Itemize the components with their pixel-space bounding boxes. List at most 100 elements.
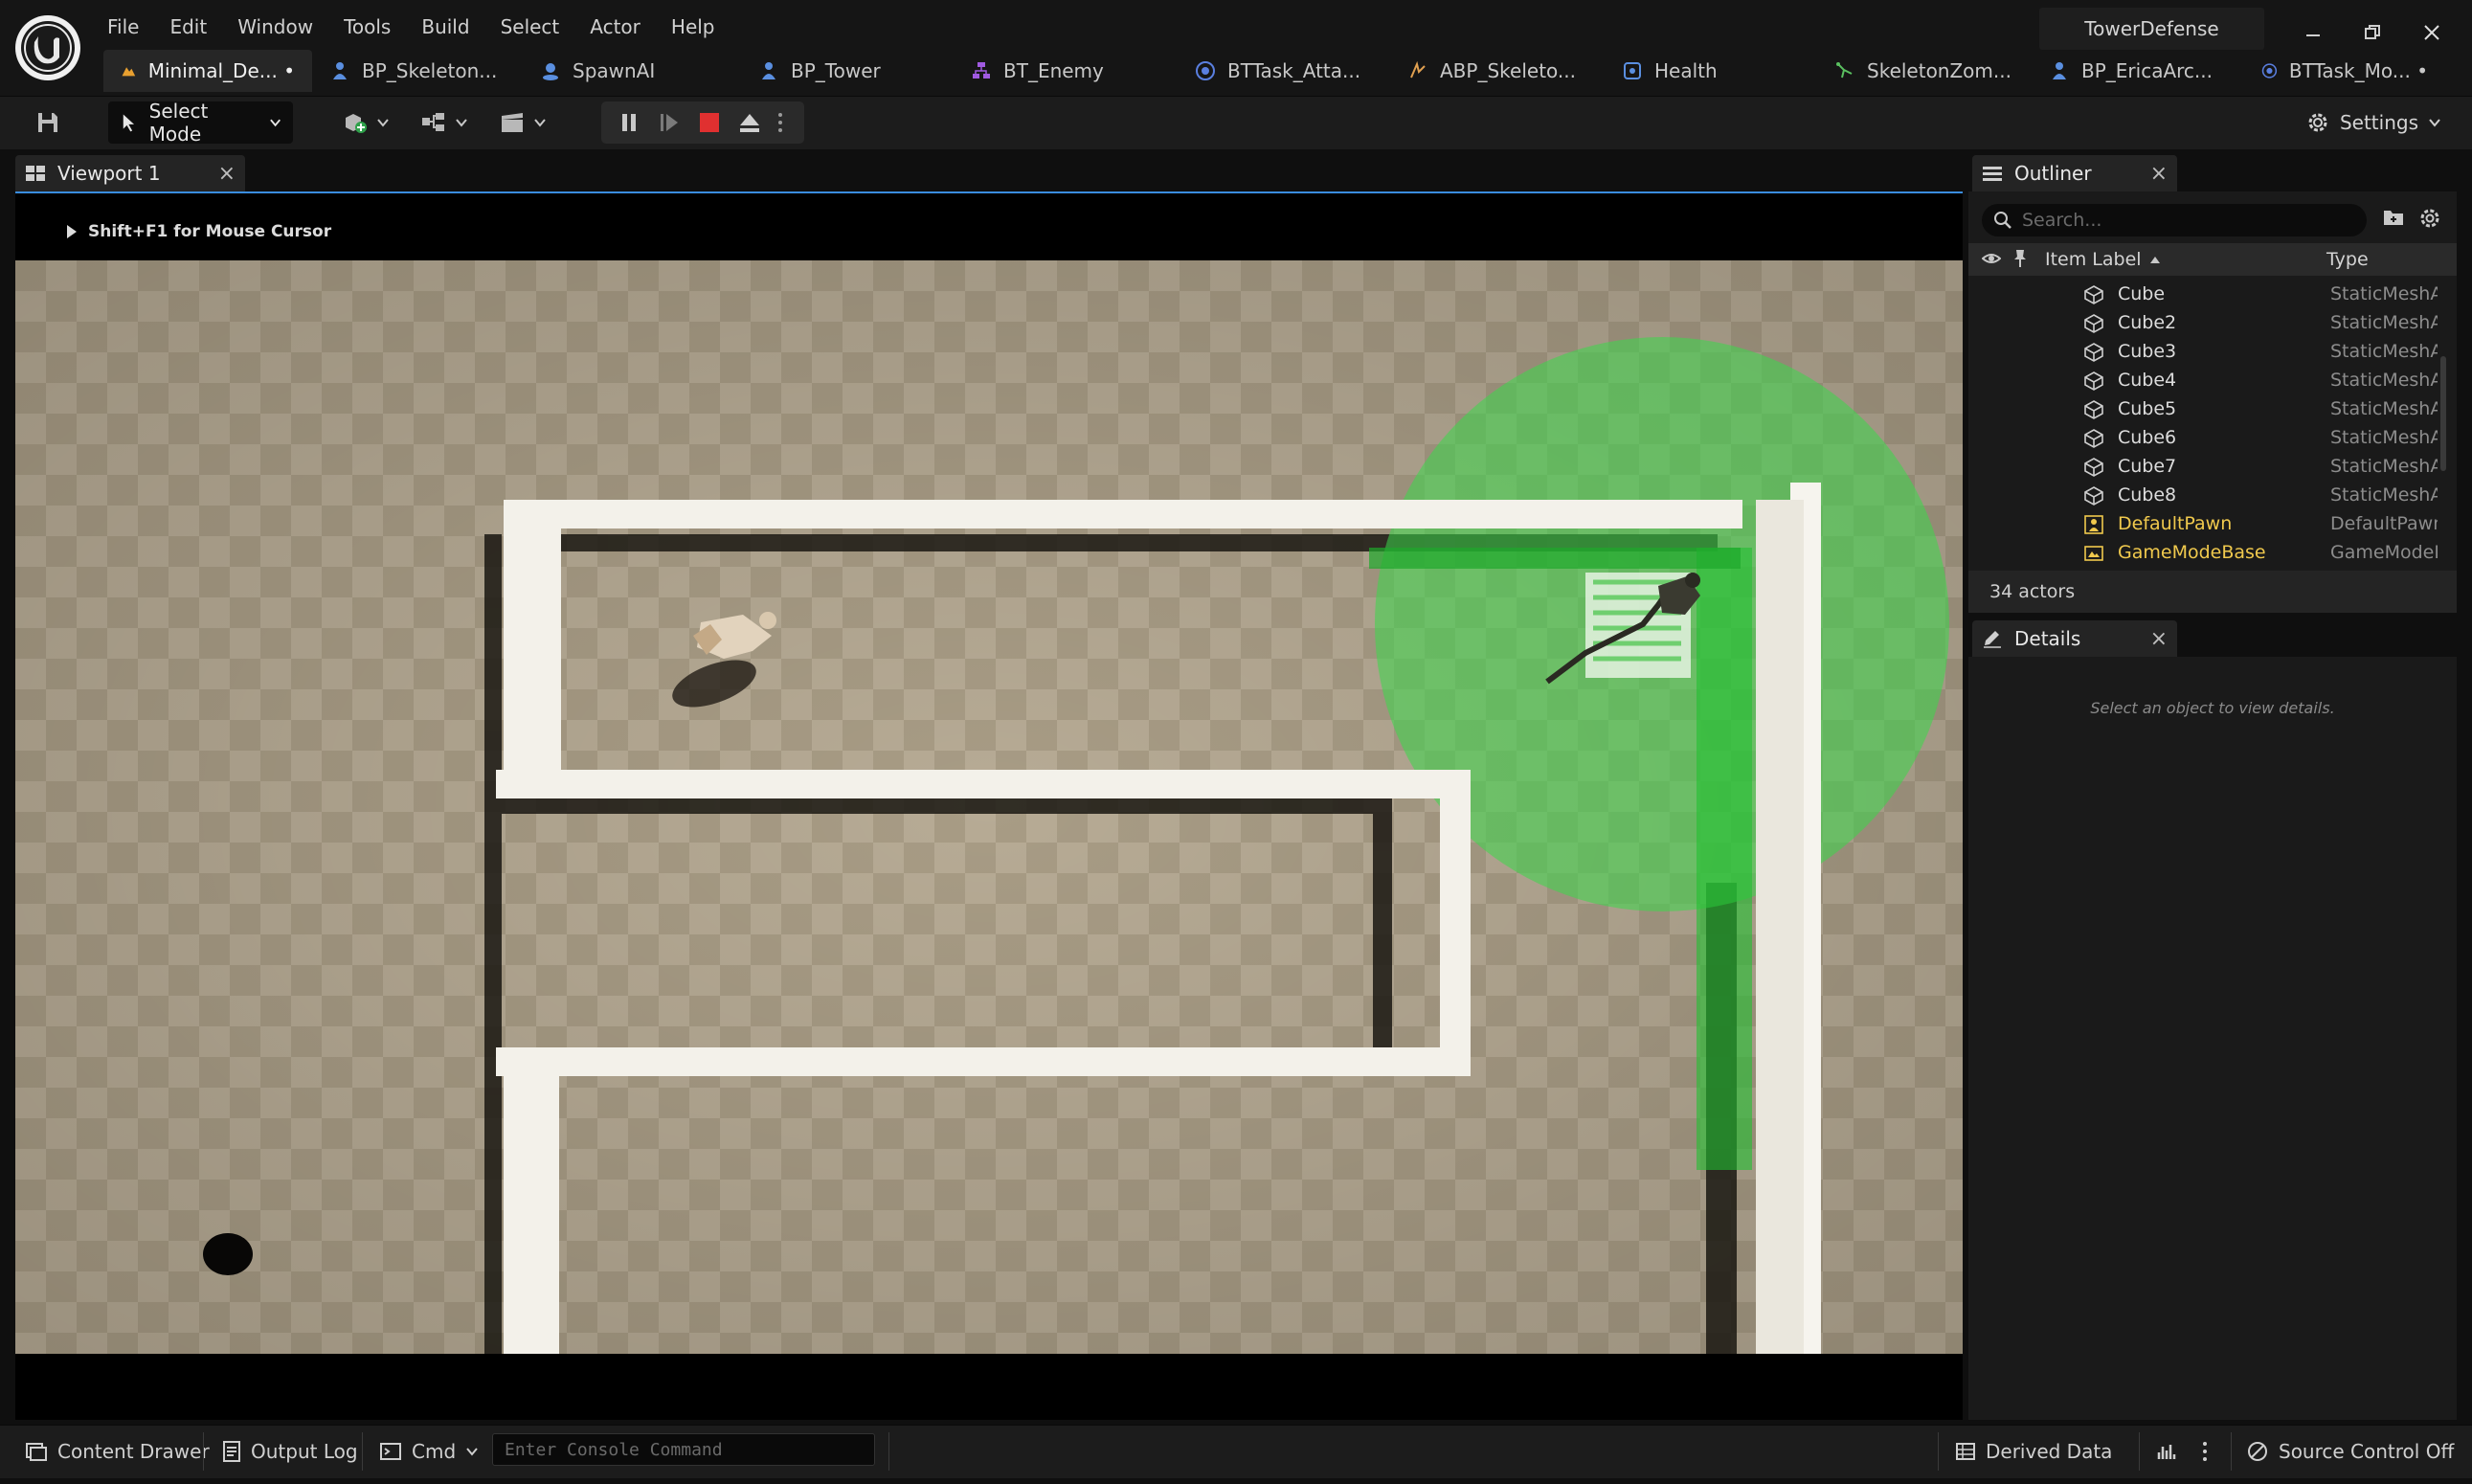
game-viewport[interactable]	[15, 260, 1963, 1354]
save-button[interactable]	[21, 101, 75, 144]
step-frame-button[interactable]	[651, 101, 687, 144]
tab-bttask-attack[interactable]: BTTask_Atta...	[1178, 50, 1390, 92]
output-log-button[interactable]: Output Log	[222, 1430, 358, 1473]
outliner-row[interactable]: Cube7 StaticMeshA	[1968, 452, 2438, 481]
pause-button[interactable]	[611, 101, 647, 144]
cmd-dropdown[interactable]: Cmd	[379, 1430, 479, 1473]
outliner-row[interactable]: GameModeBase GameModeB	[1968, 538, 2438, 567]
more-vertical-icon	[778, 113, 782, 132]
settings-button[interactable]: Settings	[2298, 101, 2441, 144]
rock-object	[203, 1233, 253, 1275]
hint-text: Shift+F1 for Mouse Cursor	[88, 222, 332, 241]
restore-button[interactable]	[2343, 13, 2402, 52]
outliner-row[interactable]: Cube5 StaticMeshA	[1968, 394, 2438, 423]
outliner-row[interactable]: DefaultPawn DefaultPawn	[1968, 509, 2438, 538]
outliner-scrollbar[interactable]	[2440, 356, 2446, 471]
tab-bp-skeleton[interactable]: BP_Skeleton...	[312, 50, 523, 92]
menu-select[interactable]: Select	[485, 10, 575, 44]
outliner-tab-label: Outliner	[2014, 162, 2092, 185]
console-input[interactable]	[505, 1439, 859, 1460]
outliner-search[interactable]	[1982, 204, 2367, 236]
tab-skeleton-zombie[interactable]: SkeletonZom...	[1817, 50, 2032, 92]
content-drawer-button[interactable]: Content Drawer	[25, 1430, 210, 1473]
tab-abp-skeleton[interactable]: ABP_Skeleto...	[1390, 50, 1605, 92]
gear-icon	[2308, 113, 2327, 132]
pin-icon[interactable]	[2012, 248, 2028, 269]
project-name: TowerDefense	[2039, 8, 2264, 50]
blueprint-menu-button[interactable]	[416, 101, 473, 144]
outliner-row[interactable]: Cube StaticMeshA	[1968, 280, 2438, 308]
unreal-logo-icon[interactable]	[15, 15, 80, 80]
log-icon	[223, 1441, 240, 1462]
tab-details[interactable]: Details ×	[1972, 620, 2177, 657]
stop-button[interactable]	[691, 101, 728, 144]
tab-outliner[interactable]: Outliner ×	[1972, 155, 2177, 191]
pawn-blueprint-icon	[2053, 62, 2066, 79]
outliner-row[interactable]: Cube6 StaticMeshA	[1968, 423, 2438, 452]
outliner-list: Cube StaticMeshA Cube2 StaticMeshA Cube3…	[1968, 280, 2438, 567]
chevron-down-icon	[2429, 119, 2440, 127]
search-input[interactable]	[2022, 210, 2348, 231]
tab-bttask-move[interactable]: BTTask_Mo... •	[2244, 50, 2445, 92]
restore-icon	[2365, 25, 2380, 39]
console-command-field[interactable]	[492, 1433, 875, 1466]
menu-tools[interactable]: Tools	[328, 10, 406, 44]
close-window-button[interactable]	[2402, 13, 2461, 52]
window-controls	[2283, 13, 2461, 52]
select-mode-dropdown[interactable]: Select Mode	[108, 100, 293, 146]
add-folder-button[interactable]	[2382, 207, 2405, 228]
close-icon[interactable]: ×	[2150, 627, 2168, 651]
menu-edit[interactable]: Edit	[154, 10, 222, 44]
tab-health[interactable]: Health	[1605, 50, 1817, 92]
source-control-button[interactable]: Source Control Off	[2246, 1430, 2454, 1473]
static-mesh-icon	[2084, 371, 2103, 391]
menu-file[interactable]: File	[92, 10, 154, 44]
tab-spawnai[interactable]: SpawnAI	[523, 50, 741, 92]
tab-bp-tower[interactable]: BP_Tower	[741, 50, 954, 92]
level-render[interactable]	[15, 260, 1963, 1354]
play-controls	[601, 101, 804, 144]
tab-minimal-level[interactable]: Minimal_De... •	[103, 50, 312, 92]
pawn-blueprint-icon	[333, 62, 347, 79]
status-options-button[interactable]	[2202, 1430, 2208, 1473]
bt-task-icon	[2261, 63, 2278, 79]
static-mesh-icon	[2084, 314, 2103, 333]
menu-build[interactable]: Build	[406, 10, 484, 44]
tab-bp-erica-archer[interactable]: BP_EricaArc...	[2032, 50, 2244, 92]
visibility-eye-icon[interactable]	[1982, 250, 2001, 267]
menu-window[interactable]: Window	[222, 10, 328, 44]
database-icon	[1956, 1443, 1975, 1460]
column-type[interactable]: Type	[2326, 249, 2369, 270]
interface-icon	[1624, 62, 1641, 79]
tab-label: BTTask_Atta...	[1227, 59, 1361, 82]
menu-help[interactable]: Help	[656, 10, 730, 44]
tab-viewport[interactable]: Viewport 1 ×	[15, 155, 245, 191]
cursor-icon	[123, 114, 135, 132]
outliner-row[interactable]: Cube3 StaticMeshA	[1968, 337, 2438, 366]
behavior-tree-icon	[973, 62, 990, 79]
static-mesh-icon	[2084, 343, 2103, 362]
derived-data-button[interactable]: Derived Data	[1955, 1430, 2112, 1473]
outliner-settings-button[interactable]	[2418, 207, 2441, 230]
outliner-row[interactable]: Cube4 StaticMeshA	[1968, 366, 2438, 394]
stop-icon	[700, 113, 719, 132]
tab-label: BT_Enemy	[1003, 59, 1104, 82]
column-item-label[interactable]: Item Label	[2045, 249, 2161, 270]
trace-button[interactable]	[2156, 1430, 2179, 1473]
cinematics-button[interactable]	[494, 101, 551, 144]
eject-button[interactable]	[731, 101, 768, 144]
close-icon[interactable]: ×	[2150, 162, 2168, 186]
outliner-row[interactable]: Cube2 StaticMeshA	[1968, 308, 2438, 337]
minimize-button[interactable]	[2283, 13, 2343, 52]
viewport-icon	[26, 166, 45, 181]
close-icon[interactable]: ×	[218, 162, 236, 186]
row-label: DefaultPawn	[2118, 513, 2233, 534]
menu-actor[interactable]: Actor	[574, 10, 656, 44]
terminal-icon	[380, 1443, 401, 1460]
tab-bt-enemy[interactable]: BT_Enemy	[954, 50, 1178, 92]
add-actor-button[interactable]	[337, 101, 394, 144]
play-options-button[interactable]	[772, 101, 789, 144]
tab-label: BP_Tower	[791, 59, 881, 82]
outliner-row[interactable]: Cube8 StaticMeshA	[1968, 481, 2438, 509]
tab-label: Minimal_De... •	[147, 59, 295, 82]
